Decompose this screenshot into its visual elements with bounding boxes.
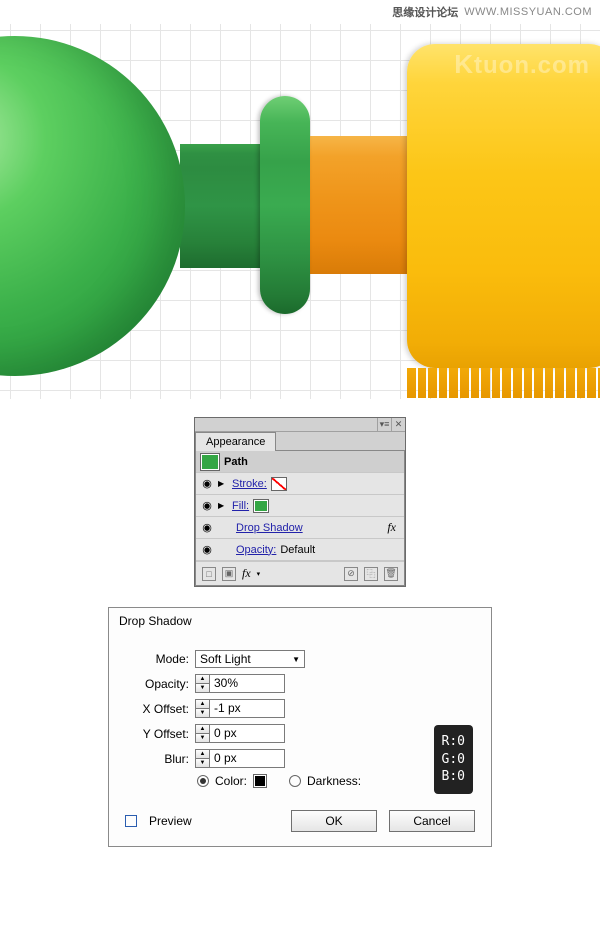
disclosure-icon[interactable]: ▶ [218, 479, 228, 488]
appearance-footer: □ ▣ fx▾ ⊘ ⿻ 🗑 [196, 561, 404, 585]
appearance-panel[interactable]: ▾≡ ✕ Appearance Path ◉ ▶ Stroke: ◉ ▶ Fil… [194, 417, 406, 587]
yoffset-spinner[interactable]: ▲▼ [195, 724, 209, 743]
yoffset-input[interactable]: 0 px [209, 724, 285, 743]
appearance-row-opacity[interactable]: ◉ Opacity: Default [196, 539, 404, 561]
clear-icon[interactable]: ⊘ [344, 567, 358, 581]
fill-swatch[interactable] [253, 499, 269, 513]
cancel-button[interactable]: Cancel [389, 810, 475, 832]
stroke-link[interactable]: Stroke: [232, 478, 267, 490]
visibility-icon[interactable]: ◉ [200, 499, 214, 512]
panel-close-icon[interactable]: ✕ [391, 418, 405, 431]
blur-input[interactable]: 0 px [209, 749, 285, 768]
yoffset-label: Y Offset: [125, 727, 195, 741]
shape-yellow-block [407, 44, 600, 368]
blur-label: Blur: [125, 752, 195, 766]
shape-yellow-ribs [407, 368, 600, 398]
shape-green-bulb [0, 36, 185, 376]
xoffset-label: X Offset: [125, 702, 195, 716]
watermark: Ktuon.com [454, 49, 590, 80]
ok-button[interactable]: OK [291, 810, 377, 832]
fx-badge[interactable]: fx [387, 520, 400, 535]
shape-green-ring [260, 96, 310, 314]
path-thumb-swatch [200, 453, 220, 471]
visibility-icon[interactable]: ◉ [200, 477, 214, 490]
new-stroke-icon[interactable]: □ [202, 567, 216, 581]
mode-select[interactable]: Soft Light▼ [195, 650, 305, 668]
path-label: Path [224, 456, 248, 468]
disclosure-icon[interactable]: ▶ [218, 501, 228, 510]
panel-menu-icon[interactable]: ▾≡ [377, 418, 391, 431]
appearance-row-path[interactable]: Path [196, 451, 404, 473]
artwork-canvas: Ktuon.com [0, 24, 600, 399]
darkness-label: Darkness: [307, 774, 361, 788]
appearance-row-fill[interactable]: ◉ ▶ Fill: [196, 495, 404, 517]
visibility-icon[interactable]: ◉ [200, 521, 214, 534]
xoffset-spinner[interactable]: ▲▼ [195, 699, 209, 718]
drop-shadow-dialog[interactable]: Drop Shadow Mode: Soft Light▼ Opacity: ▲… [108, 607, 492, 847]
header-cn: 思缘设计论坛 [392, 4, 458, 20]
visibility-icon[interactable]: ◉ [200, 543, 214, 556]
color-swatch[interactable] [253, 774, 267, 788]
appearance-row-dropshadow[interactable]: ◉ Drop Shadow fx [196, 517, 404, 539]
fill-link[interactable]: Fill: [232, 500, 249, 512]
fx-menu[interactable]: fx [242, 566, 251, 581]
opacity-input[interactable]: 30% [209, 674, 285, 693]
opacity-link[interactable]: Opacity: [236, 544, 276, 556]
new-fill-icon[interactable]: ▣ [222, 567, 236, 581]
trash-icon[interactable]: 🗑 [384, 567, 398, 581]
header-url: WWW.MISSYUAN.COM [464, 6, 592, 18]
mode-label: Mode: [125, 652, 195, 666]
opacity-label: Opacity: [125, 677, 195, 691]
shape-orange-tube [300, 136, 415, 274]
appearance-tab[interactable]: Appearance [195, 432, 276, 451]
preview-checkbox[interactable] [125, 815, 137, 827]
color-label: Color: [215, 774, 247, 788]
opacity-spinner[interactable]: ▲▼ [195, 674, 209, 693]
xoffset-input[interactable]: -1 px [209, 699, 285, 718]
color-radio[interactable] [197, 775, 209, 787]
darkness-radio[interactable] [289, 775, 301, 787]
blur-spinner[interactable]: ▲▼ [195, 749, 209, 768]
dropshadow-link[interactable]: Drop Shadow [236, 522, 303, 534]
duplicate-icon[interactable]: ⿻ [364, 567, 378, 581]
opacity-value: Default [280, 544, 315, 556]
preview-label: Preview [149, 814, 192, 828]
stroke-swatch[interactable] [271, 477, 287, 491]
appearance-row-stroke[interactable]: ◉ ▶ Stroke: [196, 473, 404, 495]
dialog-title: Drop Shadow [109, 608, 491, 634]
